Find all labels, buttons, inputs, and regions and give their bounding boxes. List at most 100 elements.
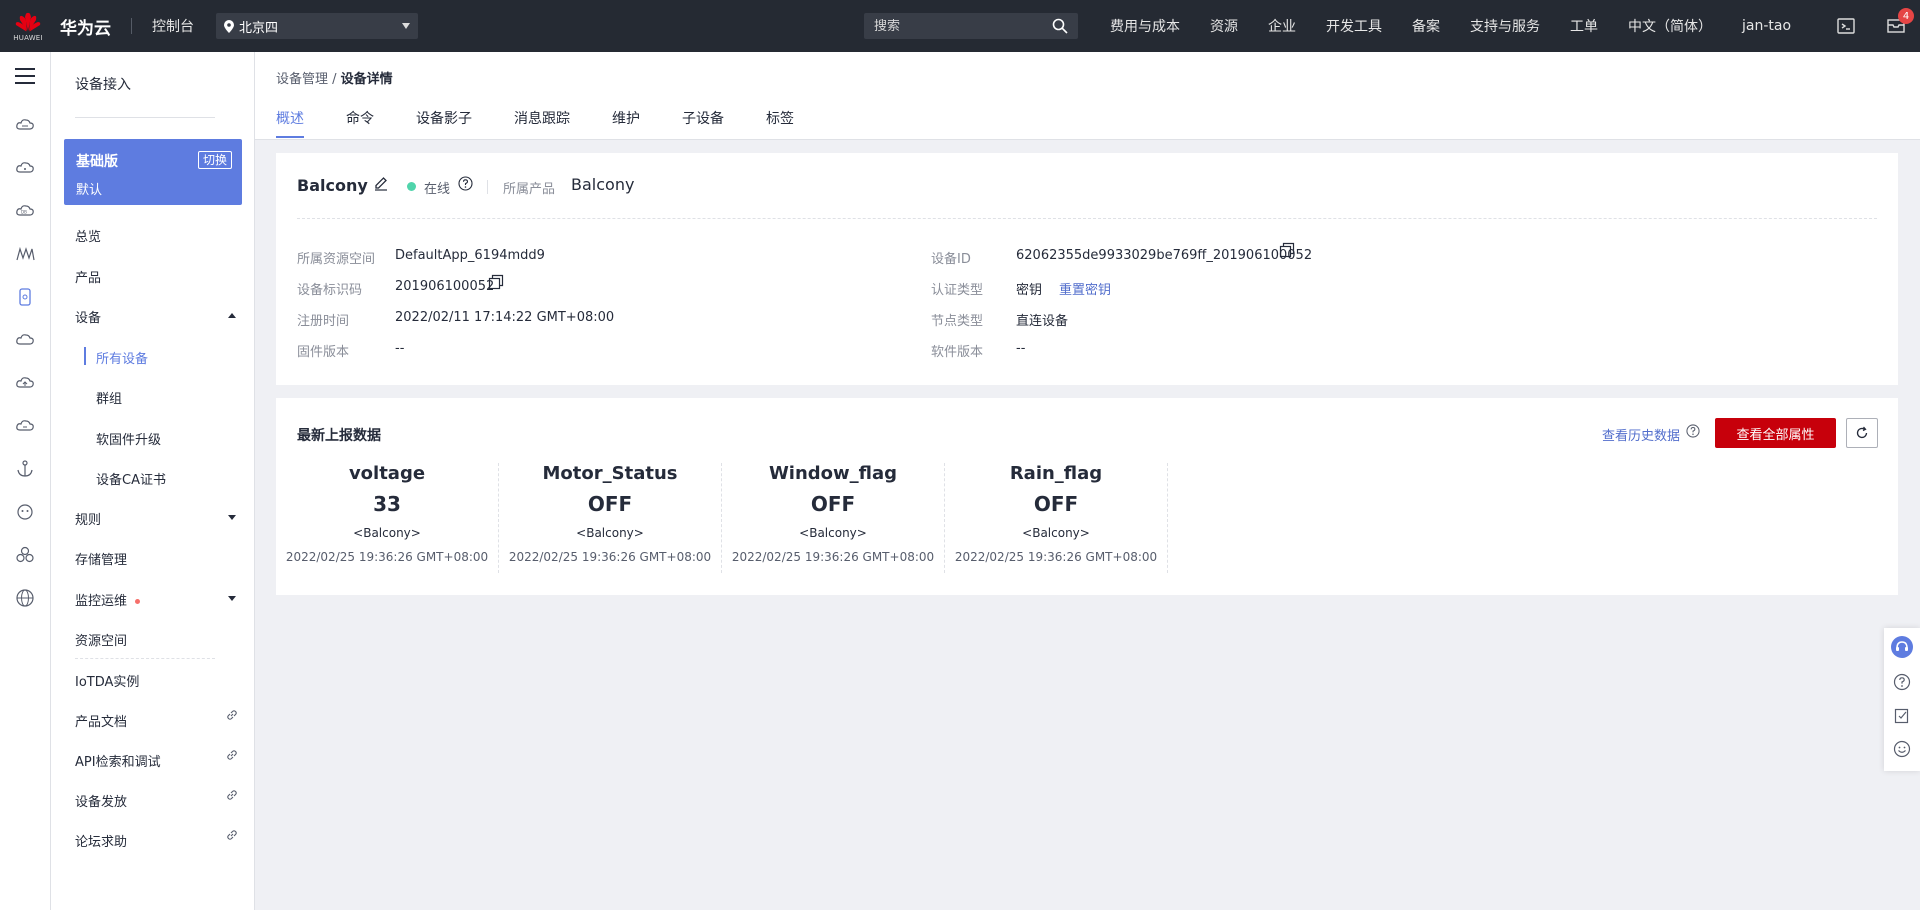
edition-sub: 默认 [76,183,103,198]
nav-icp[interactable]: 备案 [1412,16,1440,36]
sidebar-item-group[interactable]: 群组 [96,388,122,407]
nav-resources[interactable]: 资源 [1210,16,1238,36]
sidebar-item-overview[interactable]: 总览 [75,226,101,245]
messages-button[interactable]: 4 [1886,8,1914,36]
edition-switch-button[interactable]: 切换 [197,151,232,169]
help-icon[interactable] [1893,673,1911,691]
sidebar-item-storage[interactable]: 存储管理 [75,549,127,568]
anchor-icon[interactable] [15,459,35,479]
nav-language[interactable]: 中文（简体） [1628,16,1712,36]
property-name: Rain_flag [1009,463,1103,484]
floating-toolbar [1884,628,1920,771]
notification-dot [135,599,141,604]
device-info-card: Balcony 在线 所属产品 Balcony 所属资源空间 DefaultAp… [276,153,1898,385]
latest-data-card: 最新上报数据 查看历史数据 查看全部属性 voltage 33 <Balcony… [276,398,1898,595]
nav-dev-tools[interactable]: 开发工具 [1326,16,1382,36]
huawei-flower-icon [15,12,41,31]
property-value: OFF [810,492,856,516]
cloud-link-icon[interactable] [15,416,35,436]
huawei-logo[interactable]: HUAWEI [6,0,50,52]
console-link[interactable]: 控制台 [152,16,194,36]
tab-child-devices[interactable]: 子设备 [682,108,724,138]
property-value: OFF [587,492,633,516]
firmware-label: 固件版本 [297,345,350,360]
cloud-service-icon[interactable] [15,330,35,350]
edition-card[interactable]: 基础版 默认 切换 [64,139,242,205]
edit-icon[interactable] [373,175,389,191]
page-header: 设备管理 / 设备详情 概述 命令 设备影子 消息跟踪 维护 子设备 标签 [255,52,1920,140]
terminal-icon[interactable] [1836,16,1856,36]
help-icon[interactable] [458,176,473,191]
smile-icon[interactable] [1893,740,1911,758]
service-sidebar: 设备接入 基础版 默认 切换 总览 产品 设备 所有设备 群组 软固件升级 设备… [51,52,255,910]
tab-shadow[interactable]: 设备影子 [416,108,472,138]
tab-commands[interactable]: 命令 [346,108,374,138]
region-selector[interactable]: 北京四 [216,13,418,39]
online-status-dot [407,182,416,191]
top-bar: HUAWEI 华为云 控制台 北京四 费用与成本 资源 企业 开发工具 备案 支… [0,0,1920,52]
breadcrumb-separator: / [328,72,341,87]
caret-down-icon [402,23,410,29]
feedback-icon[interactable] [1893,707,1911,725]
sidebar-item-rules[interactable]: 规则 [75,509,101,528]
chevron-up-icon[interactable] [228,313,236,318]
firmware-value: -- [395,341,405,356]
external-link-icon [227,750,237,760]
chat-bot-icon[interactable] [15,502,35,522]
refresh-button[interactable] [1846,418,1878,448]
history-data-link[interactable]: 查看历史数据 [1602,425,1680,444]
property-time: 2022/02/25 19:36:26 GMT+08:00 [285,550,489,564]
iot-device-icon[interactable] [15,287,35,307]
breadcrumb-parent-link[interactable]: 设备管理 [276,72,328,87]
chevron-down-icon[interactable] [228,515,236,520]
sidebar-item-instance[interactable]: IoTDA实例 [75,671,139,690]
sidebar-item-resource-space[interactable]: 资源空间 [75,630,127,649]
product-link[interactable]: Balcony [571,175,634,194]
nav-enterprise[interactable]: 企业 [1268,16,1296,36]
view-all-properties-button[interactable]: 查看全部属性 [1715,418,1836,448]
sidebar-item-provision[interactable]: 设备发放 [75,791,127,810]
help-icon[interactable] [1686,424,1700,438]
property-time: 2022/02/25 19:36:26 GMT+08:00 [508,550,712,564]
divider [75,117,215,118]
search-icon[interactable] [1052,18,1068,34]
cloud-database-icon[interactable]: DB [15,201,35,221]
sidebar-item-monitor[interactable]: 监控运维 [75,590,141,609]
cloud-server-icon[interactable] [15,115,35,135]
monitor-label: 监控运维 [75,594,128,609]
sidebar-item-all-devices[interactable]: 所有设备 [96,348,148,367]
nav-support[interactable]: 支持与服务 [1470,16,1540,36]
sidebar-item-ca[interactable]: 设备CA证书 [96,469,166,488]
tab-overview[interactable]: 概述 [276,108,304,138]
sidebar-item-firmware[interactable]: 软固件升级 [96,429,161,448]
nav-cost[interactable]: 费用与成本 [1110,16,1180,36]
sidebar-item-api[interactable]: API检索和调试 [75,751,161,770]
search-input[interactable] [874,18,1052,34]
analytics-icon[interactable] [15,244,35,264]
sidebar-item-device[interactable]: 设备 [75,307,101,326]
copy-icon[interactable] [488,274,504,290]
property-name: Motor_Status [542,463,678,484]
tab-tags[interactable]: 标签 [766,108,794,138]
tab-message-trace[interactable]: 消息跟踪 [514,108,570,138]
copy-icon[interactable] [1279,242,1295,258]
cloud-icon[interactable] [15,158,35,178]
reset-secret-link[interactable]: 重置密钥 [1059,279,1111,298]
detail-tabs: 概述 命令 设备影子 消息跟踪 维护 子设备 标签 [276,108,836,138]
tab-maintenance[interactable]: 维护 [612,108,640,138]
cluster-icon[interactable] [15,545,35,565]
customer-service-icon[interactable] [1891,636,1913,658]
sidebar-item-forum[interactable]: 论坛求助 [75,831,127,850]
resource-space-value: DefaultApp_6194mdd9 [395,248,545,263]
globe-icon[interactable] [15,588,35,608]
device-status: 在线 [424,182,451,197]
menu-icon[interactable] [15,68,35,84]
nav-ticket[interactable]: 工单 [1570,16,1598,36]
global-search [864,13,1078,39]
brand-name[interactable]: 华为云 [60,14,111,39]
chevron-down-icon[interactable] [228,596,236,601]
cloud-upload-icon[interactable] [15,373,35,393]
sidebar-item-docs[interactable]: 产品文档 [75,711,127,730]
sidebar-item-product[interactable]: 产品 [75,267,101,286]
user-menu[interactable]: jan-tao [1742,18,1791,34]
